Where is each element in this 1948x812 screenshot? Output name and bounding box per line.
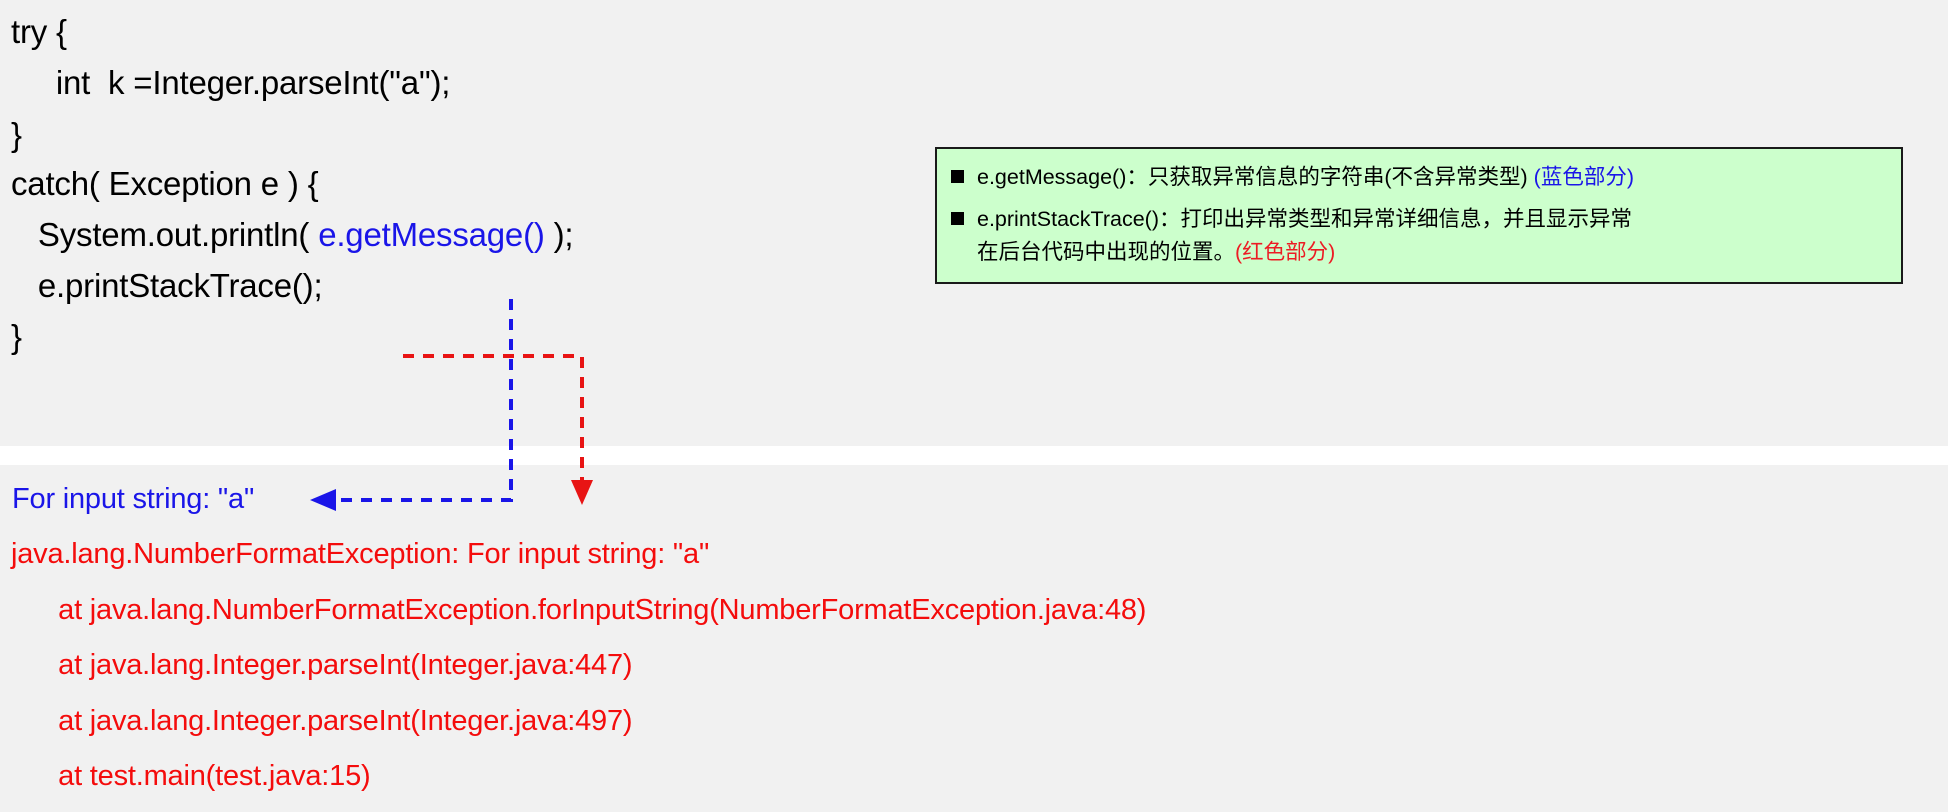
code-println-prefix: System.out.println( [11, 216, 319, 253]
legend-item-get-message: e.getMessage()：只获取异常信息的字符串(不含异常类型) (蓝色部分… [951, 161, 1887, 194]
code-line-print-stack-trace: e.printStackTrace(); [11, 267, 323, 304]
console-get-message-output: For input string: "a" [12, 483, 255, 515]
legend-item-print-stack-trace: e.printStackTrace()：打印出异常类型和异常详细信息，并且显示异… [951, 203, 1887, 269]
legend-get-message-main: e.getMessage()：只获取异常信息的字符串(不含异常类型) [977, 165, 1534, 189]
console-stack-trace-frame: at test.main(test.java:15) [11, 760, 371, 792]
code-line-close-catch: } [11, 318, 22, 355]
code-line-try: try { [11, 13, 67, 50]
legend-print-stack-trace-tail: (红色部分) [1235, 240, 1336, 264]
section-divider [0, 446, 1948, 465]
legend-item-print-stack-trace-text: e.printStackTrace()：打印出异常类型和异常详细信息，并且显示异… [977, 203, 1632, 269]
code-println-suffix: ); [544, 216, 574, 253]
code-line-catch: catch( Exception e ) { [11, 165, 319, 202]
legend-print-stack-trace-main-second-line: 在后台代码中出现的位置。 [977, 240, 1236, 264]
console-stack-trace-frame: at java.lang.Integer.parseInt(Integer.ja… [11, 705, 633, 737]
console-stack-trace-frame: at java.lang.Integer.parseInt(Integer.ja… [11, 649, 633, 681]
code-line-println: System.out.println( e.getMessage() ); [11, 216, 574, 253]
code-line-close-try: } [11, 116, 22, 153]
code-get-message-call: e.getMessage() [318, 216, 545, 253]
filled-square-bullet-icon [951, 170, 964, 183]
legend-box: e.getMessage()：只获取异常信息的字符串(不含异常类型) (蓝色部分… [935, 147, 1903, 284]
slide-canvas: try { int k =Integer.parseInt("a"); } ca… [0, 0, 1948, 812]
code-line-parseint: int k =Integer.parseInt("a"); [11, 64, 451, 101]
console-output: For input string: "a" java.lang.NumberFo… [0, 465, 1300, 812]
console-stack-trace-header: java.lang.NumberFormatException: For inp… [11, 538, 710, 570]
legend-print-stack-trace-main: e.printStackTrace()：打印出异常类型和异常详细信息，并且显示异… [977, 207, 1633, 231]
legend-item-get-message-text: e.getMessage()：只获取异常信息的字符串(不含异常类型) (蓝色部分… [977, 161, 1634, 194]
filled-square-bullet-icon [951, 212, 964, 225]
code-block: try { int k =Integer.parseInt("a"); } ca… [0, 0, 940, 446]
console-stack-trace-frame: at java.lang.NumberFormatException.forIn… [11, 594, 1147, 626]
legend-get-message-tail: (蓝色部分) [1533, 165, 1634, 189]
